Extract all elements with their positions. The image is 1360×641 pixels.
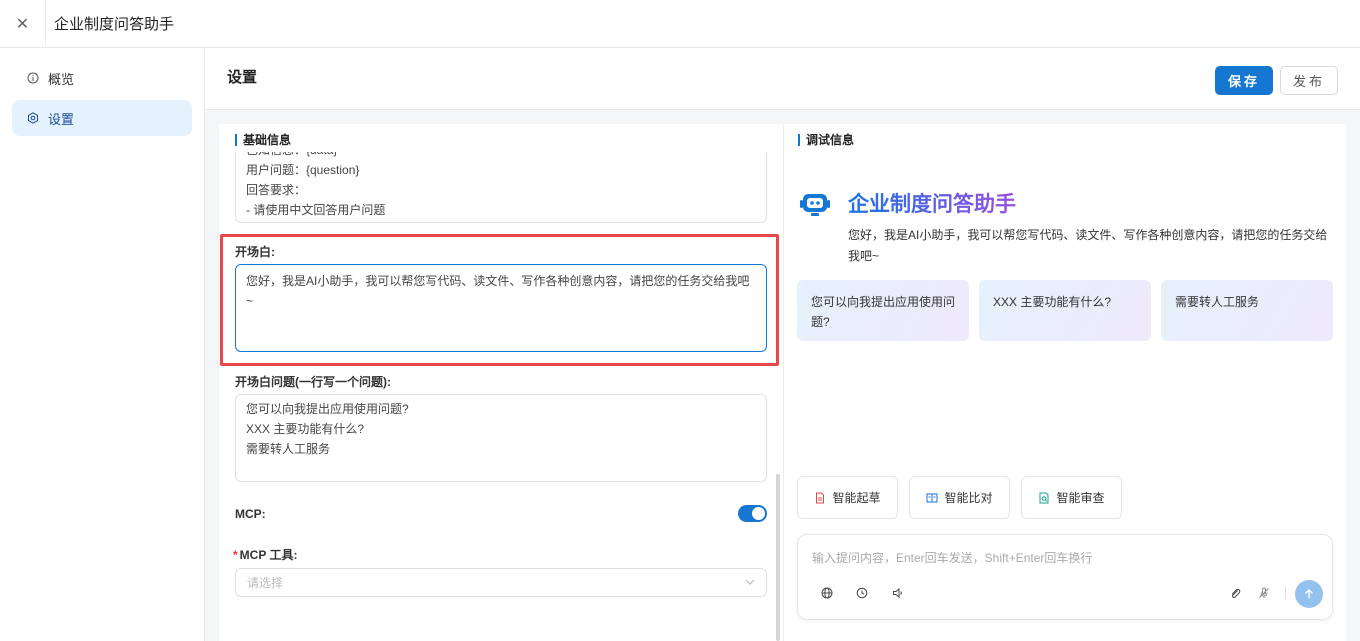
microphone-off-icon[interactable] — [1256, 585, 1272, 601]
sidebar: 概览 设置 — [0, 48, 205, 641]
document-icon — [816, 492, 825, 503]
sidebar-item-settings[interactable]: 设置 — [12, 100, 192, 136]
chat-input-placeholder: 输入提问内容，Enter回车发送，Shift+Enter回车换行 — [812, 551, 1093, 565]
questions-label: 开场白问题(一行写一个问题): — [235, 375, 391, 389]
compare-icon — [926, 493, 938, 502]
suggestion-card[interactable]: 需要转人工服务 — [1161, 280, 1333, 341]
prompt-line: - 请使用中文回答用户问题 — [246, 203, 386, 217]
page-header: 设置 保存 发布 — [205, 48, 1360, 110]
smart-draft-button[interactable]: 智能起草 — [797, 476, 898, 519]
info-icon — [26, 71, 40, 85]
action-label: 智能审查 — [1056, 491, 1105, 505]
publish-button[interactable]: 发布 — [1280, 66, 1338, 95]
required-mark: * — [233, 548, 238, 562]
chat-input-box[interactable]: 输入提问内容，Enter回车发送，Shift+Enter回车换行 — [797, 534, 1333, 620]
prompt-line: 用户问题：{question} — [246, 163, 360, 177]
attachment-icon[interactable] — [1227, 585, 1243, 601]
question-line: XXX 主要功能有什么? — [246, 422, 365, 436]
mcp-label: MCP: — [235, 507, 266, 521]
action-label: 智能比对 — [944, 491, 993, 505]
save-button[interactable]: 保存 — [1215, 66, 1273, 95]
suggestion-card[interactable]: XXX 主要功能有什么? — [979, 280, 1151, 341]
globe-icon[interactable] — [819, 585, 835, 601]
history-icon[interactable] — [854, 585, 870, 601]
select-placeholder: 请选择 — [247, 576, 284, 590]
gear-icon — [26, 111, 40, 125]
mcp-tools-label: * MCP 工具: — [233, 546, 297, 563]
debug-panel: 调试信息 企业制度问答助手 您好，我是AI小助手，我可以帮您写代码、读文件、写作… — [783, 124, 1346, 641]
basic-info-panel: 基础信息 已知信息：{data} 用户问题：{question} 回答要求： -… — [219, 124, 783, 641]
app-title: 企业制度问答助手 — [54, 16, 175, 33]
action-label: 智能起草 — [832, 491, 881, 505]
bot-title: 企业制度问答助手 — [848, 188, 1016, 218]
opening-questions-textarea[interactable]: 您可以向我提出应用使用问题? XXX 主要功能有什么? 需要转人工服务 — [235, 394, 767, 482]
mcp-tools-label-text: MCP 工具: — [239, 548, 298, 562]
robot-icon — [800, 194, 830, 216]
suggestion-card[interactable]: 您可以向我提出应用使用问题? — [797, 280, 969, 341]
opening-textarea[interactable]: 您好，我是AI小助手，我可以帮您写代码、读文件、写作各种创意内容，请把您的任务交… — [235, 264, 767, 352]
section-title-basic: 基础信息 — [235, 134, 291, 146]
bot-greeting: 您好，我是AI小助手，我可以帮您写代码、读文件、写作各种创意内容，请把您的任务交… — [848, 228, 1328, 263]
question-line: 需要转人工服务 — [246, 442, 331, 456]
smart-review-button[interactable]: 智能审查 — [1021, 476, 1122, 519]
arrow-up-icon — [1305, 589, 1313, 599]
sidebar-item-overview[interactable]: 概览 — [12, 60, 192, 96]
chevron-down-icon — [745, 579, 755, 585]
sidebar-item-label: 概览 — [48, 71, 75, 87]
section-title-debug: 调试信息 — [798, 134, 854, 146]
top-bar: ✕ 企业制度问答助手 — [0, 0, 1360, 48]
send-button[interactable] — [1295, 580, 1323, 608]
prompt-line: 回答要求： — [246, 183, 307, 197]
toggle-knob — [752, 507, 765, 520]
bot-header: 企业制度问答助手 — [798, 188, 1016, 218]
prompt-textarea[interactable]: 已知信息：{data} 用户问题：{question} 回答要求： - 请使用中… — [235, 152, 767, 223]
review-icon — [1039, 492, 1049, 503]
speaker-icon[interactable] — [890, 585, 906, 601]
page-title: 设置 — [227, 69, 258, 86]
scrollbar[interactable] — [776, 474, 780, 641]
question-line: 您可以向我提出应用使用问题? — [246, 402, 409, 416]
opening-label: 开场白: — [235, 245, 275, 259]
smart-compare-button[interactable]: 智能比对 — [909, 476, 1010, 519]
toolbar-divider — [1285, 587, 1286, 600]
sidebar-item-label: 设置 — [48, 111, 75, 127]
prompt-line: 已知信息：{data} — [246, 152, 756, 160]
close-icon[interactable]: ✕ — [0, 0, 46, 48]
mcp-toggle[interactable] — [738, 505, 767, 522]
mcp-tools-select[interactable]: 请选择 — [235, 568, 767, 597]
